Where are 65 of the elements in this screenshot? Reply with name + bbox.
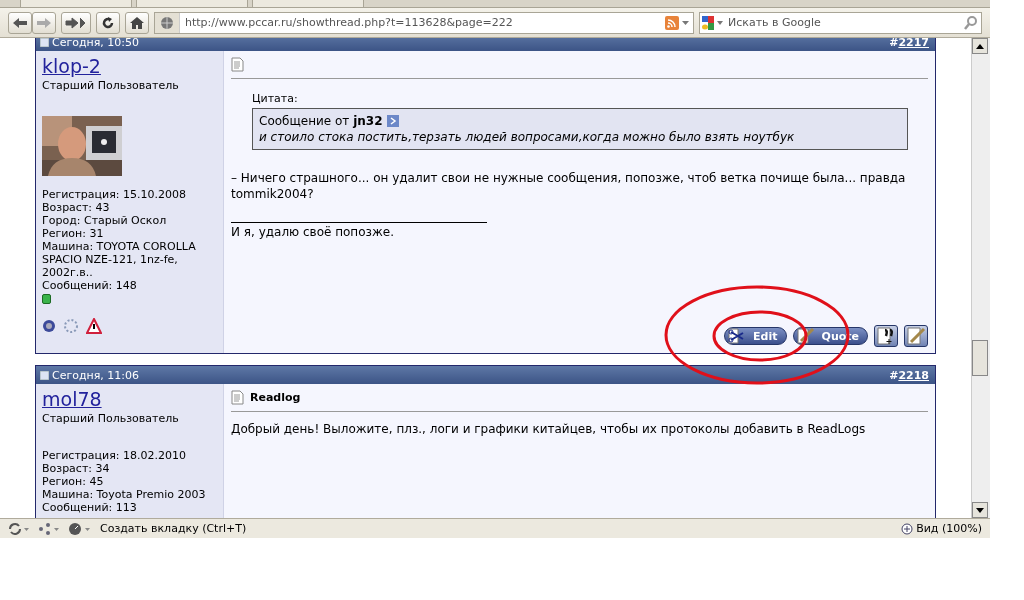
sync-icon[interactable] (8, 521, 30, 536)
zoom-icon (901, 522, 914, 535)
pen-icon (906, 327, 926, 345)
address-bar[interactable]: http://www.pccar.ru/showthread.php?t=113628&page=222 (154, 11, 694, 34)
post-date: Сегодня, 10:50 (52, 38, 140, 49)
user-info: Регистрация: 18.02.2010 (42, 449, 187, 462)
message-text: Добрый день! Выложите, плз., логи и графики китайцев, чтобы их протоколы добавить в ReadLogs (231, 422, 867, 436)
scroll-up-icon[interactable] (976, 43, 984, 49)
quote-text: и стоило стока постить,терзать людей вопросами,когда можно было взять ноутбук (259, 129, 796, 145)
user-rank: Старший Пользователь (42, 79, 180, 92)
reload-icon (100, 14, 116, 31)
post-number: #2217 (889, 38, 929, 49)
search-field[interactable]: Искать в Google (726, 15, 961, 30)
quick-reply-button[interactable] (904, 325, 928, 347)
post-date: Сегодня, 11:06 (52, 368, 140, 382)
home-button[interactable] (125, 11, 149, 34)
search-engine-icon[interactable] (700, 14, 726, 31)
document-icon (231, 390, 244, 405)
user-info: Сообщений: 148 (42, 279, 138, 292)
username-link[interactable]: klop-2 (42, 55, 101, 77)
speedometer-icon[interactable] (68, 521, 92, 536)
user-info: Возраст: 43 (42, 201, 111, 214)
user-info: Регион: 31 (42, 227, 105, 240)
fast-forward-button[interactable] (61, 11, 91, 34)
quote-author: Сообщение от jn32 (259, 113, 383, 129)
quote-label: Цитата: (252, 92, 299, 105)
arrow-icon[interactable] (386, 115, 399, 127)
signature-text: И я, удалю своё попозже. (231, 225, 395, 239)
user-rank: Старший Пользователь (42, 412, 180, 425)
edit-button[interactable]: Edit (724, 327, 787, 345)
user-info: Сообщений: 113 (42, 501, 138, 514)
share-icon[interactable] (38, 521, 60, 536)
back-arrow-icon (12, 16, 28, 29)
post-title: Readlog (250, 391, 301, 404)
scrollbar[interactable] (971, 38, 990, 518)
back-button[interactable] (8, 11, 32, 34)
search-bar[interactable]: Искать в Google (699, 11, 982, 34)
post-icon (40, 370, 49, 380)
post-link[interactable]: 2218 (898, 368, 929, 382)
multi-quote-button[interactable] (874, 325, 898, 347)
user-info: Машина: TOYOTA COROLLA SPACIO NZE-121, 1nz-fe, 2002г.в.. (42, 240, 197, 279)
warning-icon[interactable] (86, 318, 102, 334)
zoom-button[interactable]: Вид (100%) (901, 522, 982, 535)
home-icon (129, 15, 145, 30)
user-info: Возраст: 34 (42, 462, 111, 475)
user-info: Город: Старый Оскол (42, 214, 168, 227)
fast-forward-icon (65, 16, 87, 29)
rss-icon[interactable] (665, 15, 679, 30)
reload-button[interactable] (96, 11, 120, 34)
post-number: #2218 (889, 368, 929, 382)
globe-icon (160, 15, 174, 30)
message-text: – Ничего страшного... он удалит свои не нужные сообщения, попозже, чтоб ветка почище была... правда tommik2004? (231, 170, 907, 202)
scroll-thumb[interactable] (972, 340, 988, 376)
post-link[interactable]: 2217 (898, 38, 929, 49)
pen-icon (795, 328, 816, 344)
document-icon (231, 57, 244, 72)
forward-arrow-icon (36, 16, 52, 29)
username-link[interactable]: mol78 (42, 388, 102, 410)
user-info: Регистрация: 15.10.2008 (42, 188, 187, 201)
new-tab-link[interactable]: Создать вкладку (Ctrl+T) (100, 522, 247, 535)
user-info: Регион: 45 (42, 475, 105, 488)
status-icon[interactable] (42, 319, 56, 333)
user-info: Машина: Toyota Premio 2003 (42, 488, 207, 501)
scroll-down-icon[interactable] (976, 507, 984, 513)
quote-plus-icon (876, 327, 896, 345)
